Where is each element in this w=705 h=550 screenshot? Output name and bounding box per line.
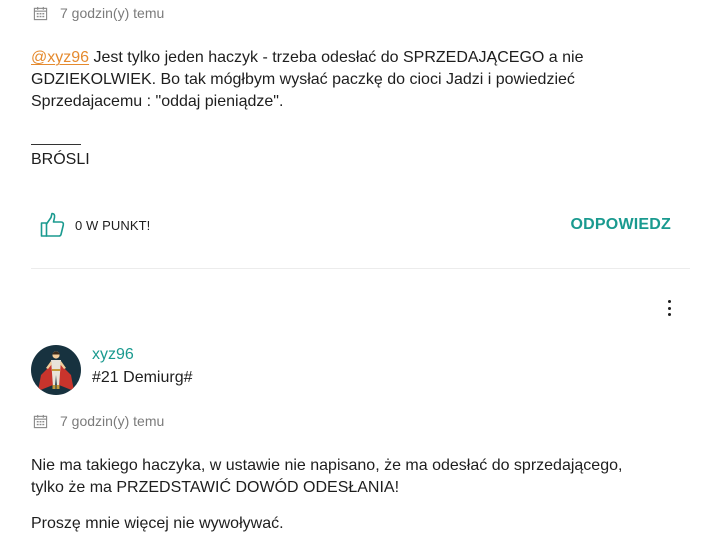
signature-divider <box>31 144 81 145</box>
thumbs-up-icon <box>40 212 65 237</box>
points-label: 0 W PUNKT! <box>75 217 151 233</box>
superhero-avatar-icon <box>38 351 74 391</box>
username-link[interactable]: xyz96 <box>92 346 134 364</box>
comment-meta: 7 godzin(y) temu <box>33 5 164 21</box>
upvote-button[interactable]: 0 W PUNKT! <box>40 212 150 238</box>
comment-divider <box>31 268 690 269</box>
comment-time: 7 godzin(y) temu <box>60 5 165 21</box>
calendar-icon <box>33 414 48 428</box>
comment-time: 7 godzin(y) temu <box>60 413 165 429</box>
user-mention-link[interactable]: @xyz96 <box>31 49 89 66</box>
comment-body: @xyz96 Jest tylko jeden haczyk - trzeba … <box>31 47 651 113</box>
reply-button[interactable]: ODPOWIEDZ <box>571 216 671 234</box>
comment-text: Proszę mnie więcej nie wywoływać. <box>31 515 284 532</box>
user-rank: #21 Demiurg# <box>92 369 193 386</box>
more-options-icon[interactable] <box>665 300 673 316</box>
comment-text: Nie ma takiego haczyka, w ustawie nie na… <box>31 457 623 496</box>
comment-meta: 7 godzin(y) temu <box>33 413 164 429</box>
comment-text: Jest tylko jeden haczyk - trzeba odesłać… <box>31 49 584 110</box>
avatar[interactable] <box>31 345 81 395</box>
calendar-icon <box>33 6 48 20</box>
signature: BRÓSLI <box>31 151 90 168</box>
